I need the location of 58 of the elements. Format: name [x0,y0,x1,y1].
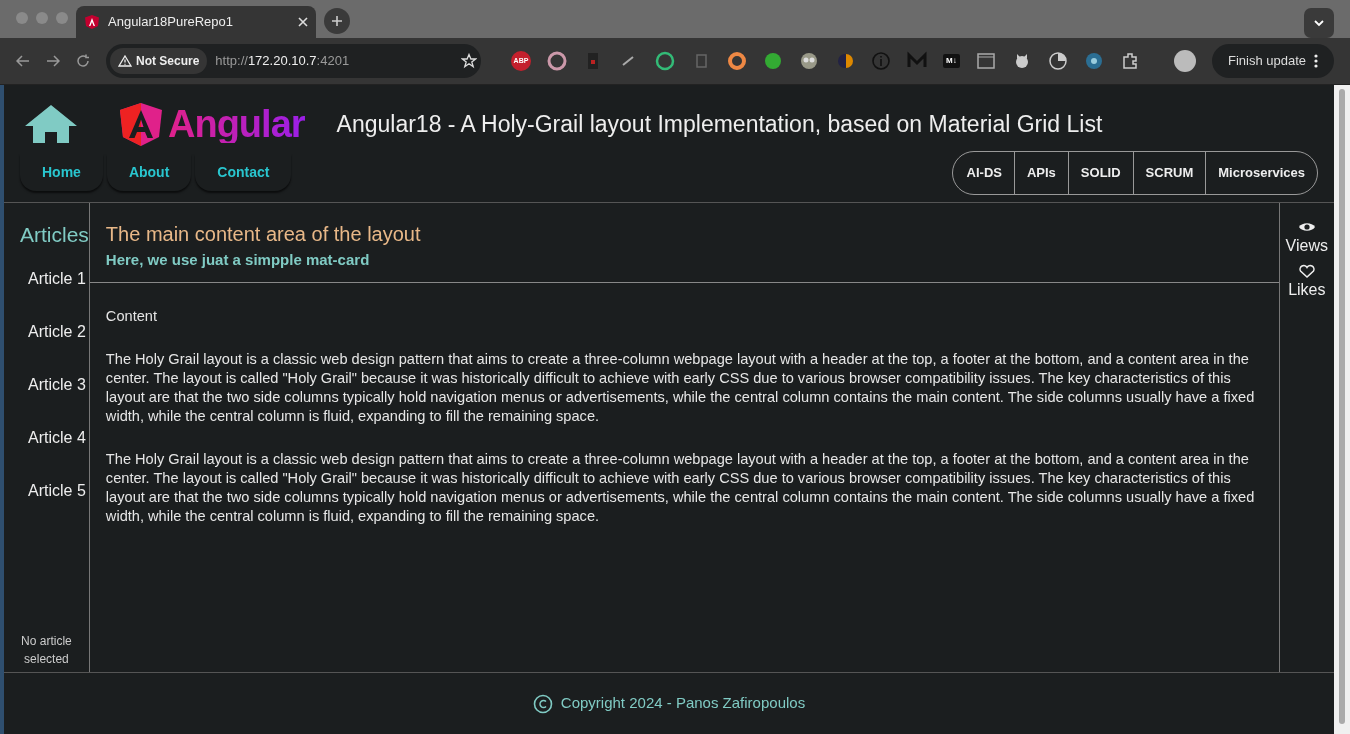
topic-button[interactable]: AI-DS [952,152,1014,194]
warning-icon [118,55,132,67]
reload-icon[interactable] [76,54,90,68]
nav-link[interactable]: Home [20,154,103,192]
article-link[interactable]: Article 4 [28,425,89,450]
extension-icon[interactable] [727,51,747,71]
article-link[interactable]: Article 5 [28,478,89,503]
plus-icon [331,15,343,27]
topic-button[interactable]: SCRUM [1132,152,1206,194]
content-label: Content [105,307,158,326]
extension-icon[interactable] [975,51,996,71]
heart-icon [1297,264,1316,278]
article-link[interactable]: Article 3 [28,372,89,397]
extension-icon[interactable] [655,51,675,71]
extension-icon[interactable] [763,51,783,71]
extension-icon[interactable] [1083,51,1104,71]
scrollbar[interactable] [1334,85,1350,734]
address-bar[interactable]: Not Secure http://172.20.10.7:4201 [106,44,481,78]
card-subtitle: Here, we use juat a simpple mat-card [105,250,371,270]
star-icon[interactable] [461,53,477,69]
forward-icon[interactable] [46,55,60,67]
eye-icon [1297,220,1316,234]
card-title: The main content area of the layout [105,222,422,247]
app-logo-icon [84,14,100,30]
content-paragraph: The Holy Grail layout is a classic web design pattern that aims to create a three-column webpage layout with a header at the top, a footer at the bottom, and a content area in the center. The layout is called "Holy Grail" because it was historically difficult to achieve with early CSS due to various browser compatibility issues. The key characteristics of this layout are that the two side columns typically hold navigation menus or advertisements, while the central column contains the main content. The side columns usually have a fixed width, while the central column is fluid, expanding to fill the remaining space. [105,350,1256,426]
nav-link[interactable]: About [106,154,192,192]
copyright-icon [532,693,553,714]
aside-button[interactable]: Views [1279,219,1334,259]
topic-button[interactable]: Microservices [1205,152,1317,194]
topic-button[interactable]: SOLID [1067,152,1133,194]
browser-tab[interactable]: Angular18PureRepo1 [76,6,316,38]
page-title: Angular18 - A Holy-Grail layout Implementation, based on Material Grid List [336,109,1103,139]
close-icon[interactable] [298,17,308,27]
url-text: http://172.20.10.7:4201 [215,52,351,71]
chevron-down-icon [1314,19,1324,27]
article-link[interactable]: Article 1 [28,266,89,291]
update-button[interactable]: Finish update [1211,44,1334,78]
aside-button[interactable]: Likes [1282,263,1332,303]
home-icon[interactable] [24,104,78,144]
article-link[interactable]: Article 2 [28,319,89,344]
extension-icon[interactable]: M↓ [943,54,960,68]
security-chip[interactable]: Not Secure [110,48,208,74]
extension-icon[interactable] [547,51,567,71]
tab-list-button[interactable] [1304,8,1334,38]
new-tab-button[interactable] [324,8,350,34]
avatar-icon[interactable] [1173,50,1196,72]
nav-link[interactable]: Contact [195,154,292,192]
content-paragraph: The Holy Grail layout is a classic web design pattern that aims to create a three-column webpage layout with a header at the top, a footer at the bottom, and a content area in the center. The layout is called "Holy Grail" because it was historically difficult to achieve with early CSS due to various browser compatibility issues. The key characteristics of this layout are that the two side columns typically hold navigation menus or advertisements, while the central column contains the main content. The side columns usually have a fixed width, while the central column is fluid, expanding to fill the remaining space. [105,450,1256,526]
extension-icon[interactable] [835,51,855,71]
topic-button[interactable]: APIs [1013,152,1068,194]
tab-title: Angular18PureRepo1 [108,13,235,32]
sidebar-title: Articles [19,222,89,248]
extension-icon[interactable] [799,51,819,71]
selection-status: No article selected [20,633,73,668]
more-icon [1314,54,1318,68]
angular-logo-icon [118,101,164,147]
back-icon[interactable] [16,55,30,67]
copyright-text: Copyright 2024 - Panos Zafiropoulos [560,693,806,714]
